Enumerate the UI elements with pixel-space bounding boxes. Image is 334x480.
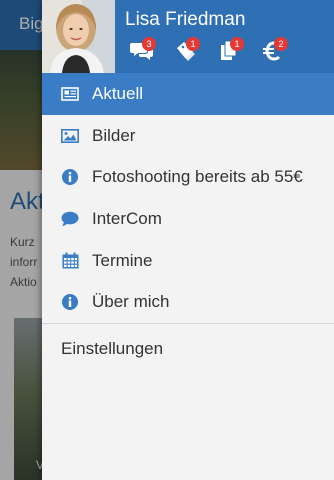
info-icon (61, 293, 79, 311)
menu-item-label: InterCom (92, 208, 162, 228)
documents-button[interactable]: 1 (218, 37, 262, 64)
menu-item-ueber-mich[interactable]: Über mich (42, 281, 334, 323)
menu-item-label: Einstellungen (61, 339, 164, 359)
profile-name: Lisa Friedman (125, 9, 246, 30)
drawer-menu: Aktuell Bilder Fotoshooting bereits ab 5… (42, 73, 334, 374)
navigation-drawer: Lisa Friedman 3 1 1 2 Aktuell Bilder Fot… (42, 0, 334, 480)
badge-count: 1 (230, 37, 244, 51)
badge-count: 3 (142, 37, 156, 51)
avatar[interactable] (42, 0, 115, 73)
menu-item-label: Bilder (92, 125, 136, 145)
calendar-icon (61, 252, 79, 270)
menu-item-label: Fotoshooting bereits ab 55€ (92, 167, 303, 187)
image-icon (61, 127, 79, 145)
chat-icon (61, 210, 79, 228)
profile-header: Lisa Friedman 3 1 1 2 (42, 0, 334, 73)
notification-badges: 3 1 1 2 (130, 37, 306, 64)
menu-item-fotoshooting[interactable]: Fotoshooting bereits ab 55€ (42, 156, 334, 198)
euro-button[interactable]: 2 (262, 37, 306, 64)
badge-count: 1 (186, 37, 200, 51)
menu-item-einstellungen[interactable]: Einstellungen (42, 324, 334, 374)
menu-item-termine[interactable]: Termine (42, 240, 334, 282)
menu-item-label: Aktuell (92, 83, 144, 103)
menu-item-intercom[interactable]: InterCom (42, 198, 334, 240)
menu-item-bilder[interactable]: Bilder (42, 115, 334, 157)
tag-button[interactable]: 1 (174, 37, 218, 64)
menu-item-label: Termine (92, 250, 153, 270)
badge-count: 2 (274, 37, 288, 51)
menu-item-aktuell[interactable]: Aktuell (42, 73, 334, 115)
newspaper-icon (61, 85, 79, 103)
chat-bubbles-button[interactable]: 3 (130, 37, 174, 64)
menu-item-label: Über mich (92, 292, 170, 312)
info-icon (61, 168, 79, 186)
